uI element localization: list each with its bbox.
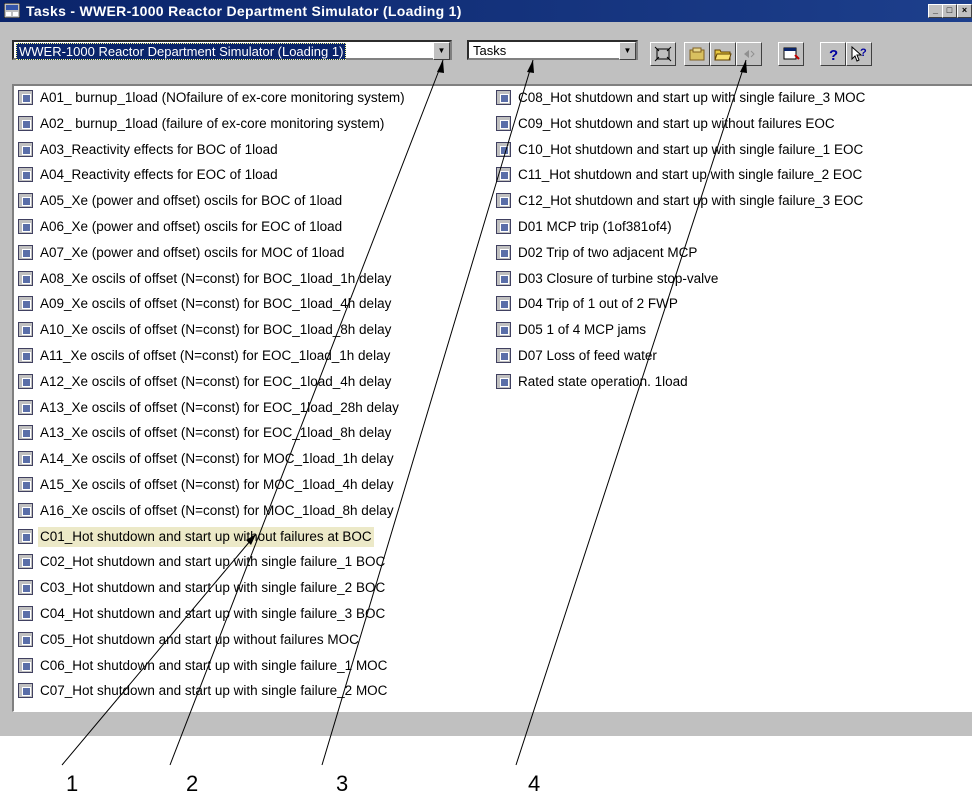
callout-arrowhead-2 <box>437 60 444 73</box>
callout-line-1 <box>61 533 257 766</box>
callout-arrowhead-4 <box>740 60 747 73</box>
callout-number-2: 2 <box>186 771 199 796</box>
callout-line-4 <box>515 59 747 766</box>
callout-line-2 <box>169 59 444 766</box>
callout-line-3 <box>321 59 534 766</box>
callout-number-4: 4 <box>528 771 541 796</box>
callout-lines <box>61 59 747 766</box>
callout-arrowhead-3 <box>527 60 534 73</box>
callout-number-3: 3 <box>336 771 349 796</box>
callout-number-1: 1 <box>66 771 79 796</box>
